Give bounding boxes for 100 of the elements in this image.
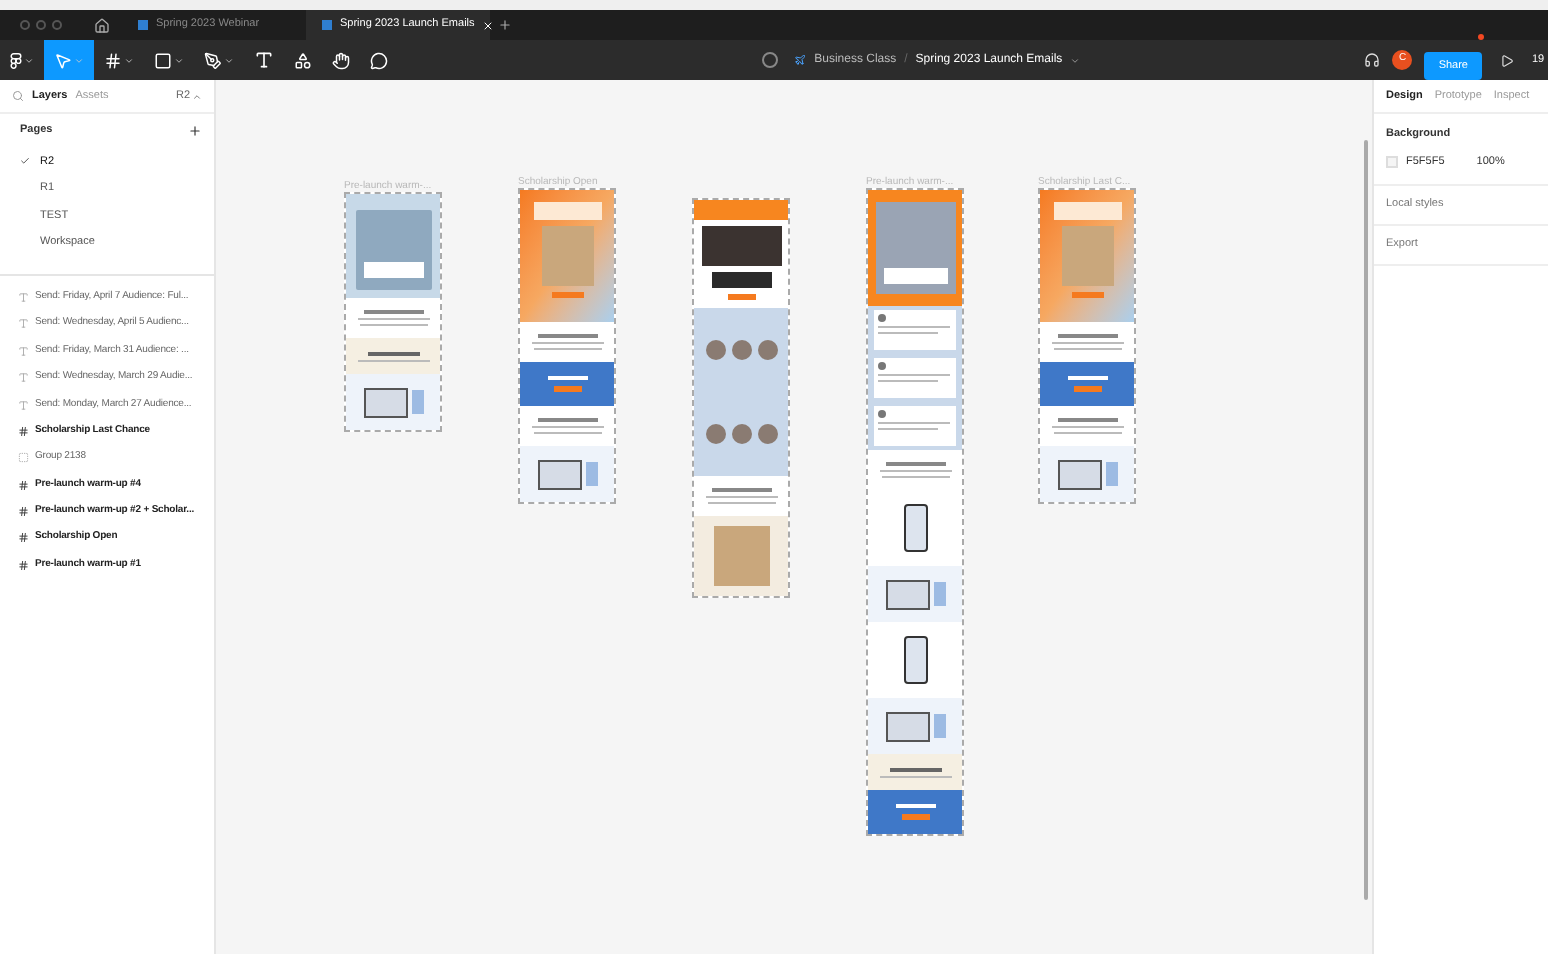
laptop-placeholder <box>885 579 929 609</box>
text-line <box>878 428 938 430</box>
hash-icon <box>18 506 29 518</box>
text-line <box>1057 334 1117 338</box>
phone-placeholder <box>585 462 597 486</box>
text-layer-icon <box>18 318 29 330</box>
caret-icon <box>224 55 234 65</box>
text-line <box>1051 342 1123 344</box>
phone-placeholder <box>933 714 945 738</box>
cta-bar <box>901 814 929 820</box>
text-line <box>537 418 597 422</box>
text-line <box>885 462 945 466</box>
text-line <box>531 426 603 428</box>
text-line <box>537 334 597 338</box>
text-line <box>878 326 950 328</box>
text-line <box>878 332 938 334</box>
cta-bar <box>727 294 755 300</box>
home-icon[interactable] <box>94 17 110 33</box>
hash-icon <box>18 532 29 544</box>
text-line <box>367 351 419 355</box>
text-icon <box>254 50 274 70</box>
close-icon[interactable] <box>482 19 495 31</box>
text-line <box>357 359 429 361</box>
text-line <box>533 432 601 434</box>
text-line <box>1067 376 1107 380</box>
text-line <box>878 380 938 382</box>
cta-bar <box>553 386 581 392</box>
text-line <box>895 804 935 808</box>
text-line <box>1051 426 1123 428</box>
text-line <box>547 376 587 380</box>
text-line <box>531 342 603 344</box>
new-tab-icon[interactable] <box>498 18 512 32</box>
text-line <box>705 496 777 498</box>
photo-placeholder <box>541 226 593 286</box>
headline-bar <box>711 272 771 288</box>
laptop-placeholder <box>1057 459 1101 489</box>
headline-bar <box>883 268 947 284</box>
caret-icon[interactable] <box>1070 55 1081 65</box>
caret-icon <box>24 55 34 65</box>
caret-icon <box>174 55 184 65</box>
pointer-icon <box>54 51 72 69</box>
plane-icon <box>794 54 807 66</box>
photo-placeholder <box>713 526 769 586</box>
text-line <box>1053 348 1121 350</box>
hash-icon <box>18 425 29 437</box>
text-line <box>357 318 429 320</box>
square-icon <box>154 51 172 69</box>
cta-bar <box>1073 386 1101 392</box>
text-line <box>878 374 950 376</box>
text-layer-icon <box>18 291 29 303</box>
phone-placeholder <box>903 636 927 684</box>
email-header-bar <box>694 200 788 220</box>
text-layer-icon <box>18 399 29 410</box>
hand-icon <box>332 51 350 69</box>
pen-icon <box>204 51 222 69</box>
text-line <box>879 775 951 777</box>
text-line <box>878 422 950 424</box>
play-icon[interactable] <box>1500 53 1514 67</box>
laptop-placeholder <box>363 387 407 417</box>
file-icon <box>138 20 148 30</box>
phone-placeholder <box>933 582 945 606</box>
text-line <box>707 502 775 504</box>
scrollbar-thumb[interactable] <box>1364 140 1368 900</box>
hash-icon <box>104 51 122 69</box>
cta-bar <box>551 292 583 298</box>
headline-bar <box>533 202 601 220</box>
phone-placeholder <box>411 390 423 414</box>
caret-icon <box>192 91 202 101</box>
check-icon <box>20 156 30 167</box>
laptop-placeholder <box>537 459 581 489</box>
text-line <box>881 476 949 478</box>
add-page-icon[interactable] <box>188 124 202 138</box>
logo-icon <box>10 51 22 69</box>
headline-bar <box>1053 202 1121 220</box>
laptop-placeholder <box>885 711 929 741</box>
email-frame[interactable] <box>692 198 790 598</box>
text-layer-icon <box>18 372 29 384</box>
comment-icon <box>370 51 388 69</box>
caret-icon <box>124 55 134 65</box>
photo-placeholder <box>1061 226 1113 286</box>
hash-icon <box>18 479 29 491</box>
file-icon <box>322 20 332 30</box>
headline-bar <box>363 262 423 278</box>
text-line <box>889 767 941 771</box>
cta-bar <box>1071 292 1103 298</box>
color-swatch[interactable] <box>1386 156 1398 169</box>
text-line <box>533 348 601 350</box>
text-line <box>1057 418 1117 422</box>
text-line <box>1053 432 1121 434</box>
text-line <box>879 470 951 472</box>
hash-icon <box>18 559 29 571</box>
text-line <box>359 324 427 326</box>
phone-placeholder <box>903 504 927 552</box>
caret-icon <box>74 55 84 65</box>
phone-placeholder <box>1105 462 1117 486</box>
text-layer-icon <box>18 345 29 357</box>
photo-placeholder <box>701 226 781 266</box>
headphones-icon[interactable] <box>1364 52 1381 68</box>
text-line <box>711 488 771 492</box>
text-line <box>363 310 423 314</box>
